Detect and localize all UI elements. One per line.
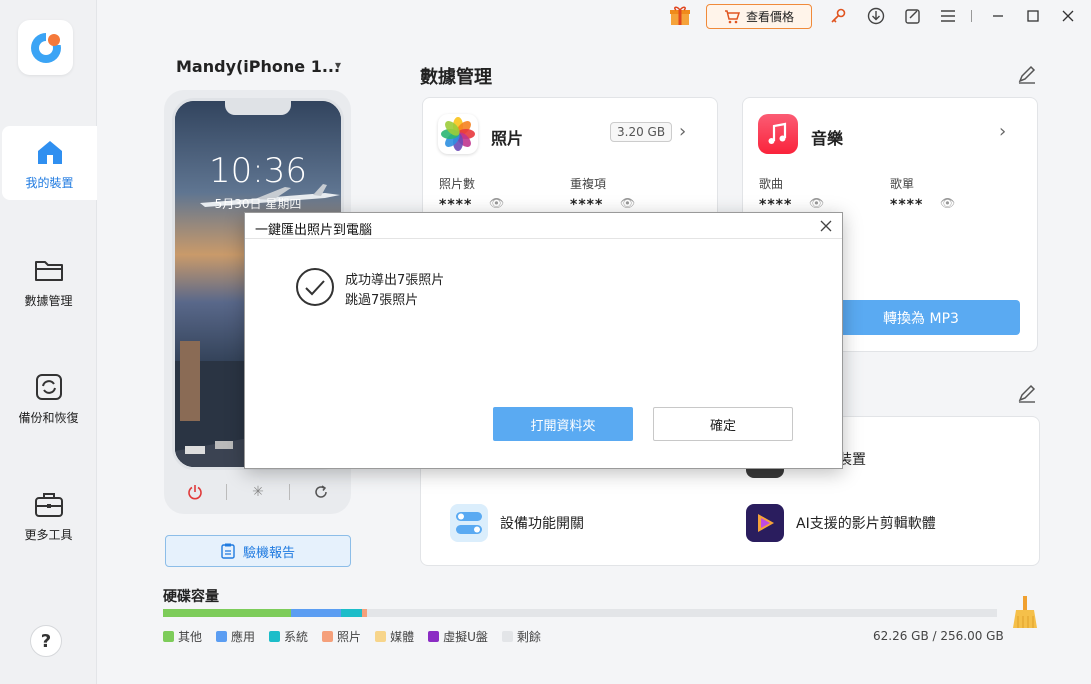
dialog-title: 一鍵匯出照片到電腦 (255, 223, 373, 238)
close-icon[interactable] (816, 216, 836, 236)
export-skipped-message: 跳過7張照片 (345, 293, 419, 308)
export-result-dialog: 一鍵匯出照片到電腦 成功導出7張照片 跳過7張照片 打開資料夾 確定 (244, 212, 843, 469)
confirm-button[interactable]: 確定 (653, 407, 793, 441)
dialog-divider (245, 238, 842, 239)
check-circle-icon (296, 268, 334, 306)
export-success-message: 成功導出7張照片 (345, 273, 445, 288)
open-folder-button[interactable]: 打開資料夾 (493, 407, 633, 441)
